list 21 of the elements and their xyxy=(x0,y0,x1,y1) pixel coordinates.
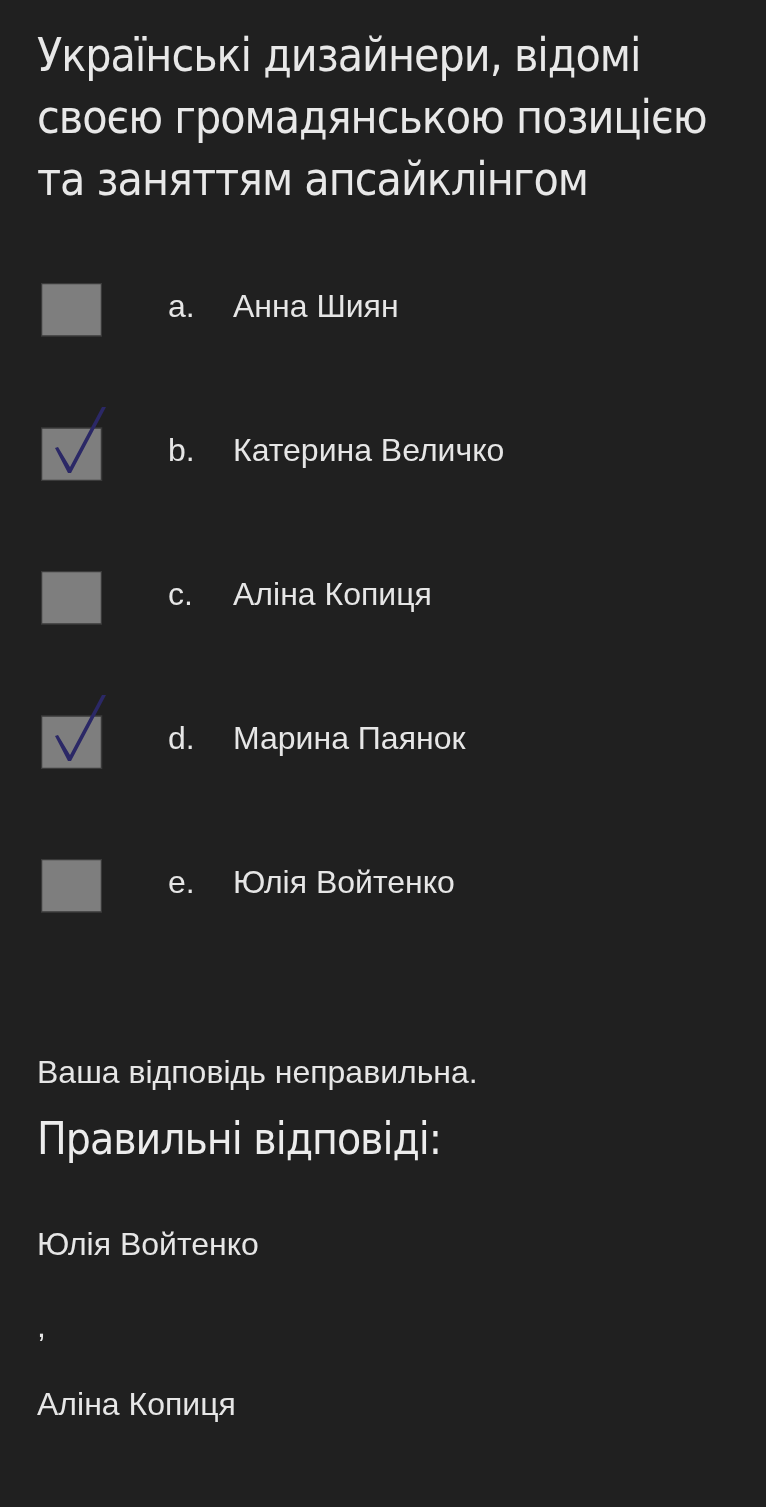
option-label: Юлія Войтенко xyxy=(233,863,455,901)
separator-comma: , xyxy=(37,1307,46,1346)
option-letter: d. xyxy=(168,719,196,757)
question-text: Українські дизайнери, відомі своєю громадянською позицією та заняттям апсайклінгом xyxy=(37,27,708,208)
checkbox[interactable] xyxy=(41,695,106,769)
option-letter: b. xyxy=(168,431,196,469)
option-letter: c. xyxy=(168,575,194,613)
option-label: Аліна Копиця xyxy=(233,575,432,613)
option-letter: a. xyxy=(168,287,196,325)
correct-answer: Юлія Войтенко xyxy=(37,1225,260,1264)
correct-answer: Аліна Копиця xyxy=(37,1385,237,1424)
checkbox[interactable] xyxy=(41,407,106,481)
option-label: Катерина Величко xyxy=(233,431,505,469)
checkbox[interactable] xyxy=(41,571,102,625)
option-label: Марина Паянок xyxy=(233,719,466,757)
checkbox[interactable] xyxy=(41,283,102,337)
correct-answers-heading: Правильні відповіді: xyxy=(37,1114,443,1164)
feedback-text: Ваша відповідь неправильна. xyxy=(37,1053,479,1092)
option-letter: e. xyxy=(168,863,196,901)
checkbox[interactable] xyxy=(41,859,102,913)
option-label: Анна Шиян xyxy=(233,287,399,325)
